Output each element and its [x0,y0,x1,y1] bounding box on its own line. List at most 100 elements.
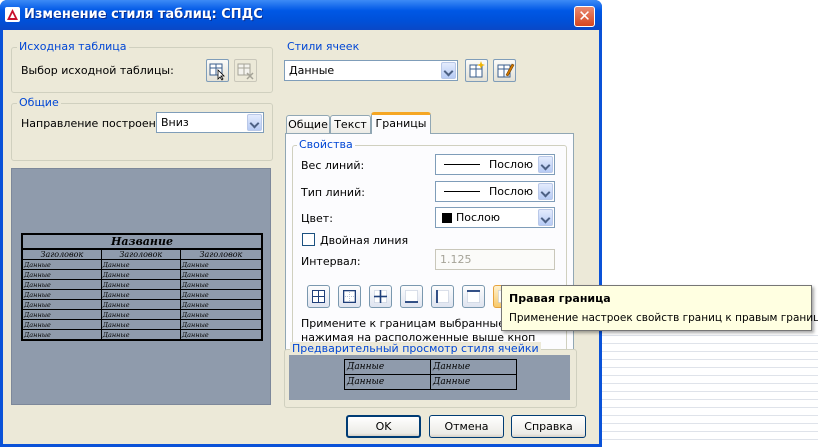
preview-cell: Данные [20,329,102,341]
preview-row: Данные Данные Данные [20,299,263,310]
line-type-value: Послою [489,185,534,198]
bottom-border-icon [405,290,418,303]
preview-cell: Данные [100,279,181,290]
cell-preview-cell: Данные [430,359,517,375]
preview-cell: Данные [100,299,181,310]
preview-row: Данные Данные Данные [20,269,263,280]
ok-button[interactable]: OK [346,415,421,438]
preview-row: Данные Данные Данные [20,319,263,330]
grid-line [602,431,818,432]
grid-line [602,415,818,416]
double-line-checkbox[interactable] [302,233,315,246]
cell-preview: Данные Данные Данные Данные [289,355,570,400]
inside-borders-icon [374,290,387,303]
tab-general[interactable]: Общие [286,115,330,134]
cell-preview-table: Данные Данные Данные Данные [344,359,517,390]
new-style-icon [469,61,485,78]
preview-cell: Данные [100,329,181,341]
manage-cell-styles-button[interactable] [493,59,516,82]
grid-line [602,351,818,352]
preview-cell: Данные [179,269,263,280]
chevron-down-icon[interactable] [247,114,262,131]
preview-cell: Данные [20,319,102,330]
cell-style-select[interactable]: Данные [284,60,458,81]
preview-cell: Данные [20,259,102,270]
app-icon [5,7,20,22]
select-table-button[interactable] [206,59,229,82]
cell-style-value: Данные [289,64,335,77]
preview-row: Данные Данные Данные [20,309,263,320]
bottom-border-button[interactable] [400,285,423,308]
dialog-window: Изменение стиля таблиц: СПДС ✕ Исходная … [0,0,602,447]
interval-input[interactable]: 1.125 [435,249,555,270]
grid-line [602,359,818,360]
preview-cell: Данные [179,299,263,310]
grid-line [602,343,818,344]
outside-borders-icon [343,290,356,303]
line-sample [444,191,480,192]
color-label: Цвет: [301,212,333,225]
line-weight-value: Послою [489,158,534,171]
interval-label: Интервал: [301,255,361,268]
create-cell-style-button[interactable] [465,59,488,82]
preview-cell: Данные [20,309,102,320]
double-line-label: Двойная линия [320,234,409,247]
preview-table: Название Заголовок Заголовок Заголовок Д… [20,233,263,341]
chevron-down-icon[interactable] [538,156,553,173]
tooltip-body: Применение настроек свойств границ к пра… [509,312,818,324]
cell-preview-cell: Данные [344,359,431,375]
all-borders-icon [312,290,325,303]
tab-text[interactable]: Текст [330,115,371,134]
top-border-button[interactable] [462,285,485,308]
title-bar[interactable]: Изменение стиля таблиц: СПДС ✕ [0,0,602,30]
grid-line [602,423,818,424]
select-source-table-label: Выбор исходной таблицы: [21,64,174,77]
color-swatch [442,213,452,223]
line-weight-select[interactable]: Послою [435,154,555,175]
remove-table-button[interactable] [234,59,257,82]
dialog-client-area: Исходная таблица Выбор исходной таблицы:… [3,30,599,444]
hint-text-line-1: Примените к границам выбранные свой [301,317,535,330]
all-borders-button[interactable] [307,285,330,308]
tooltip: Правая граница Применение настроек свойс… [501,285,818,331]
preview-cell: Данные [100,289,181,300]
color-select[interactable]: Послою [435,207,555,228]
preview-cell: Данные [100,319,181,330]
line-type-label: Тип линий: [301,186,365,199]
inside-borders-button[interactable] [369,285,392,308]
left-border-button[interactable] [431,285,454,308]
grid-line [602,367,818,368]
chevron-down-icon[interactable] [538,183,553,200]
preview-cell: Данные [179,319,263,330]
help-button[interactable]: Справка [511,415,586,438]
preview-cell: Данные [100,259,181,270]
grid-line [602,407,818,408]
line-sample [444,164,480,165]
preview-row: Данные Данные Данные [20,259,263,270]
cancel-button[interactable]: Отмена [429,415,504,438]
grid-line [602,399,818,400]
preview-cell: Данные [100,269,181,280]
interval-value: 1.125 [440,253,472,266]
tab-borders[interactable]: Границы [371,112,431,134]
cell-preview-cell: Данные [430,374,517,390]
outside-borders-button[interactable] [338,285,361,308]
cell-preview-group-label: Предварительный просмотр стиля ячейки [290,342,541,355]
drawing-area-background [602,0,818,447]
close-button[interactable]: ✕ [574,6,595,27]
preview-header: Заголовок [100,248,181,260]
direction-select[interactable]: Вниз [156,112,264,133]
preview-cell: Данные [179,279,263,290]
chevron-down-icon[interactable] [538,209,553,226]
preview-cell: Данные [179,329,263,341]
close-icon: ✕ [578,7,591,25]
preview-title: Название [21,233,263,250]
grid-line [602,391,818,392]
grid-line [602,383,818,384]
preview-cell: Данные [20,269,102,280]
line-type-select[interactable]: Послою [435,181,555,202]
direction-value: Вниз [161,116,189,129]
preview-body: Данные Данные Данные Данные Данные Данные Данн… [20,259,263,341]
chevron-down-icon[interactable] [441,62,456,79]
grid-line [602,375,818,376]
